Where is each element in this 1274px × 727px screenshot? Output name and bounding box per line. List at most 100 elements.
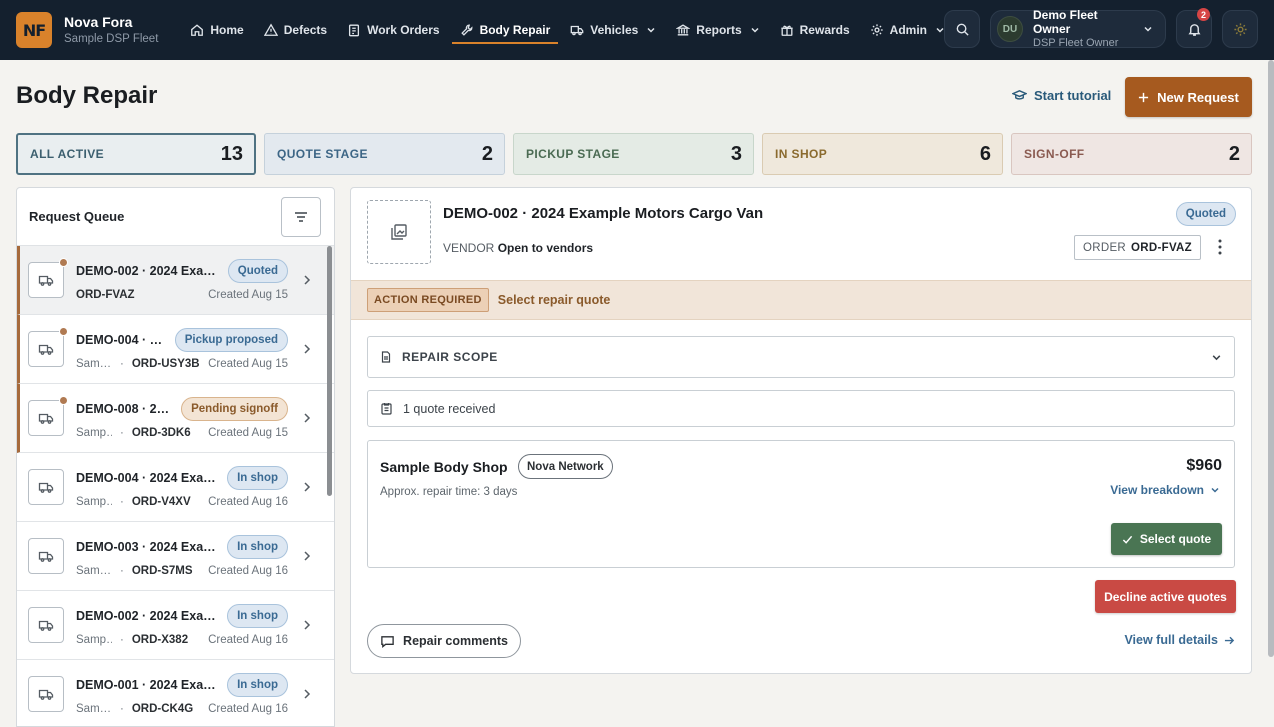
nav-home[interactable]: Home — [180, 0, 253, 60]
filter-icon — [295, 211, 307, 222]
view-breakdown-label: View breakdown — [1110, 483, 1204, 497]
arrow-right-icon — [1224, 636, 1235, 644]
order-value: ORD-FVAZ — [1131, 241, 1192, 254]
nav-home-label: Home — [210, 23, 244, 37]
queue-item-body: DEMO-004 · … Pickup proposed Sam… · ORD-USY3… — [76, 328, 288, 370]
more-options-icon[interactable] — [1214, 238, 1226, 256]
chevron-right-icon — [304, 413, 311, 423]
action-required-tag: ACTION REQUIRED — [367, 288, 489, 312]
user-name: Demo Fleet Owner — [1033, 8, 1098, 37]
user-info: Demo Fleet Owner DSP Fleet Owner — [1033, 8, 1133, 50]
queue-item-meta: Sam… · ORD-USY3B Created Aug 15 — [76, 358, 288, 370]
user-menu[interactable]: DU Demo Fleet Owner DSP Fleet Owner — [990, 8, 1166, 50]
brand-logo[interactable]: NF — [16, 12, 52, 48]
chevron-down-icon — [647, 27, 655, 33]
repair-scope-accordion[interactable]: REPAIR SCOPE — [367, 336, 1235, 378]
request-detail-panel: DEMO-002 · 2024 Example Motors Cargo Van… — [350, 187, 1252, 674]
top-navigation-bar: NF Nova Fora Sample DSP Fleet Home Defec… — [0, 0, 1274, 60]
queue-item-meta: Samp… · ORD-3DK6 Created Aug 15 — [76, 427, 288, 439]
status-badge: In shop — [227, 466, 288, 490]
status-badge: Quoted — [227, 259, 288, 283]
queue-item[interactable]: DEMO-002 · 2024 Exa… In shop Samp… · ORD-X38… — [17, 591, 334, 660]
queue-filter-button[interactable] — [281, 196, 321, 237]
nav-rewards[interactable]: Rewards — [770, 0, 860, 60]
decline-quotes-button[interactable]: Decline active quotes — [1095, 580, 1236, 613]
order-label: ORDER — [1083, 241, 1127, 254]
queue-item-meta: Samp… · ORD-X382 Created Aug 16 — [76, 634, 288, 646]
queue-item-created: Created Aug 16 — [208, 496, 288, 508]
vehicle-thumbnail — [28, 258, 68, 298]
vendor-value: Open to vendors — [497, 241, 594, 255]
chevron-right-icon — [304, 551, 311, 561]
queue-item[interactable]: DEMO-002 · 2024 Exa… Quoted ORD-FVAZ Create… — [17, 246, 334, 315]
queue-item-created: Created Aug 15 — [208, 427, 288, 439]
status-badge: In shop — [227, 604, 288, 628]
select-quote-button[interactable]: Select quote — [1111, 523, 1222, 555]
stage-count: 2 — [481, 142, 493, 165]
page-scrollbar[interactable] — [1268, 60, 1274, 657]
queue-item[interactable]: DEMO-003 · 2024 Exa… In shop Sam… · ORD-S7MS… — [17, 522, 334, 591]
queue-item-title: DEMO-002 · 2024 Exa… — [76, 609, 216, 623]
queue-item[interactable]: DEMO-004 · … Pickup proposed Sam… · ORD-USY3… — [17, 315, 334, 384]
stage-filter-in-shop[interactable]: IN SHOP 6 — [762, 133, 1003, 175]
stage-count: 6 — [979, 142, 991, 165]
queue-scrollbar[interactable] — [327, 246, 332, 496]
queue-item[interactable]: DEMO-004 · 2024 Exa… In shop Samp… · ORD-V4X… — [17, 453, 334, 522]
attention-dot — [59, 258, 68, 267]
queue-item-created: Created Aug 16 — [208, 634, 288, 646]
repair-comments-button[interactable]: Repair comments — [367, 624, 521, 658]
status-badge: Quoted — [1175, 202, 1236, 226]
brand-subtitle: Sample DSP Fleet — [64, 32, 159, 45]
stage-filter-sign-off[interactable]: SIGN-OFF 2 — [1011, 133, 1252, 175]
view-full-details-link[interactable]: View full details — [1124, 633, 1235, 647]
theme-toggle[interactable] — [1222, 10, 1258, 48]
queue-item-title: DEMO-004 · 2024 Exa… — [76, 471, 216, 485]
chevron-down-icon — [1144, 26, 1152, 32]
quote-shop-name: Sample Body Shop — [380, 459, 508, 475]
queue-item-body: DEMO-001 · 2024 Exa… In shop Sam… · ORD-CK4G… — [76, 673, 288, 715]
queue-item-order: ORD-CK4G — [131, 703, 194, 715]
truck-icon — [38, 551, 54, 562]
queue-item[interactable]: DEMO-008 · 2… Pending signoff Samp… · ORD-3D… — [17, 384, 334, 453]
stage-count: 3 — [730, 142, 742, 165]
chevron-right-icon — [304, 620, 311, 630]
search-icon — [956, 23, 969, 36]
separator-dot: · — [120, 496, 124, 508]
queue-item-header: DEMO-002 · 2024 Exa… In shop — [76, 604, 288, 628]
stage-count: 13 — [220, 142, 243, 165]
vehicle-thumbnail — [28, 607, 64, 643]
search-button[interactable] — [944, 10, 980, 48]
queue-item-header: DEMO-004 · … Pickup proposed — [76, 328, 288, 352]
view-breakdown-link[interactable]: View breakdown — [1110, 483, 1220, 497]
new-request-button[interactable]: New Request — [1125, 77, 1252, 117]
stage-filter-pickup[interactable]: PICKUP STAGE 3 — [513, 133, 754, 175]
nav-body-repair-label: Body Repair — [479, 23, 551, 37]
stage-filter-quote[interactable]: QUOTE STAGE 2 — [264, 133, 505, 175]
chevron-right-icon — [304, 482, 311, 492]
nav-work-orders[interactable]: Work Orders — [337, 0, 449, 60]
queue-item-meta: ORD-FVAZ Created Aug 15 — [76, 289, 288, 301]
queue-item-header: DEMO-004 · 2024 Exa… In shop — [76, 466, 288, 490]
nav-defects[interactable]: Defects — [254, 0, 337, 60]
queue-item-shop: Sam… — [76, 358, 112, 370]
notifications-button[interactable]: 2 — [1176, 8, 1212, 48]
stage-filter-all-active[interactable]: ALL ACTIVE 13 — [16, 133, 256, 175]
nav-reports-label: Reports — [696, 23, 742, 37]
separator-dot: · — [120, 634, 124, 646]
nav-admin[interactable]: Admin — [860, 0, 955, 60]
nav-vehicles[interactable]: Vehicles — [560, 0, 666, 60]
add-photo-placeholder[interactable] — [367, 200, 431, 264]
nav-body-repair[interactable]: Body Repair — [450, 0, 561, 60]
repair-time: Approx. repair time: 3 days — [380, 486, 518, 498]
vendor-label: VENDOR — [443, 241, 495, 255]
nav-reports[interactable]: Reports — [666, 0, 769, 60]
brand: Nova Fora Sample DSP Fleet — [64, 14, 158, 47]
document-icon — [381, 351, 391, 363]
nav-work-orders-label: Work Orders — [367, 23, 440, 37]
queue-title: Request Queue — [29, 209, 125, 224]
start-tutorial-link[interactable]: Start tutorial — [1012, 88, 1111, 103]
queue-item-created: Created Aug 16 — [208, 703, 288, 715]
repair-scope-label: REPAIR SCOPE — [402, 350, 498, 364]
order-chip[interactable]: ORDER ORD-FVAZ — [1074, 235, 1201, 260]
chevron-right-icon — [304, 344, 311, 354]
